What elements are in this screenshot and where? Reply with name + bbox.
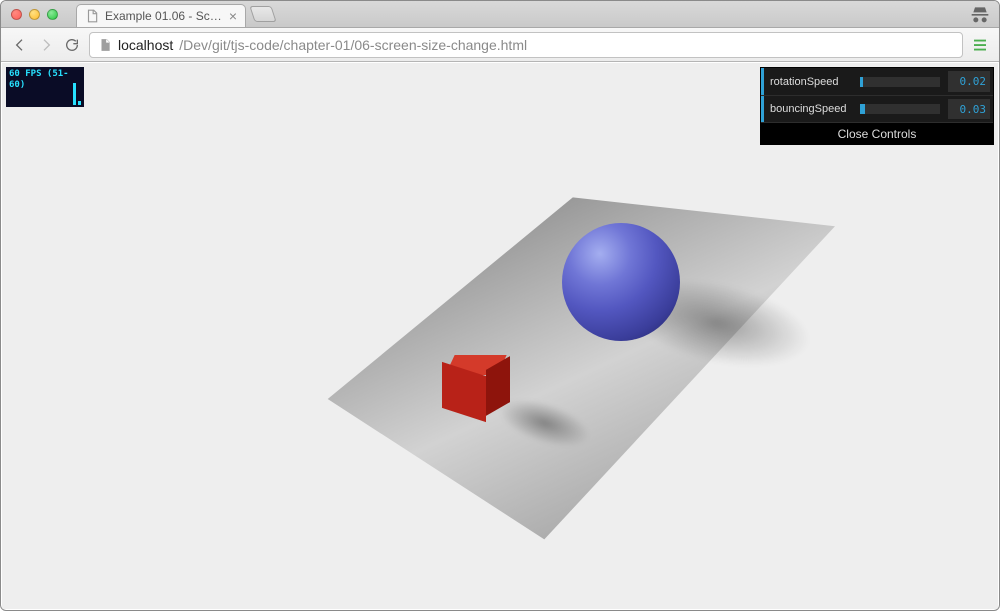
reload-button[interactable] <box>63 36 81 54</box>
browser-tab[interactable]: Example 01.06 - Screen s… × <box>76 4 246 27</box>
gui-slider[interactable] <box>856 68 944 95</box>
stats-panel[interactable]: 60 FPS (51-60) <box>6 67 84 107</box>
url-host: localhost <box>118 37 173 53</box>
tab-strip: Example 01.06 - Screen s… × <box>1 1 999 28</box>
window-controls <box>1 1 68 27</box>
scene-cube <box>442 355 512 425</box>
gui-number-input[interactable] <box>948 99 990 119</box>
url-path: /Dev/git/tjs-code/chapter-01/06-screen-s… <box>179 37 527 53</box>
gui-slider[interactable] <box>856 96 944 122</box>
tab-title: Example 01.06 - Screen s… <box>105 9 223 23</box>
new-tab-button[interactable] <box>249 6 276 22</box>
gui-row-rotationSpeed: rotationSpeed <box>761 68 993 95</box>
gui-control-label: bouncingSpeed <box>764 96 856 122</box>
toolbar: localhost/Dev/git/tjs-code/chapter-01/06… <box>1 28 999 62</box>
minimize-window-icon[interactable] <box>29 9 40 20</box>
back-button[interactable] <box>11 36 29 54</box>
page-icon <box>98 38 112 52</box>
page-icon <box>85 9 99 23</box>
fps-bar <box>78 101 81 105</box>
gui-number-input[interactable] <box>948 71 990 92</box>
zoom-window-icon[interactable] <box>47 9 58 20</box>
gui-row-bouncingSpeed: bouncingSpeed <box>761 95 993 122</box>
gui-control-label: rotationSpeed <box>764 68 856 95</box>
menu-button[interactable] <box>971 36 989 54</box>
browser-window: Example 01.06 - Screen s… × localhost/De… <box>0 0 1000 611</box>
close-tab-icon[interactable]: × <box>229 9 237 23</box>
page-viewport: 60 FPS (51-60) rotationSpeedbouncingSpee… <box>2 63 998 609</box>
dat-gui-panel: rotationSpeedbouncingSpeed Close Control… <box>760 67 994 145</box>
gui-close-button[interactable]: Close Controls <box>761 122 993 144</box>
incognito-icon <box>969 4 991 24</box>
forward-button[interactable] <box>37 36 55 54</box>
close-window-icon[interactable] <box>11 9 22 20</box>
fps-bar <box>73 83 76 105</box>
address-bar[interactable]: localhost/Dev/git/tjs-code/chapter-01/06… <box>89 32 963 58</box>
scene-sphere <box>562 223 680 341</box>
